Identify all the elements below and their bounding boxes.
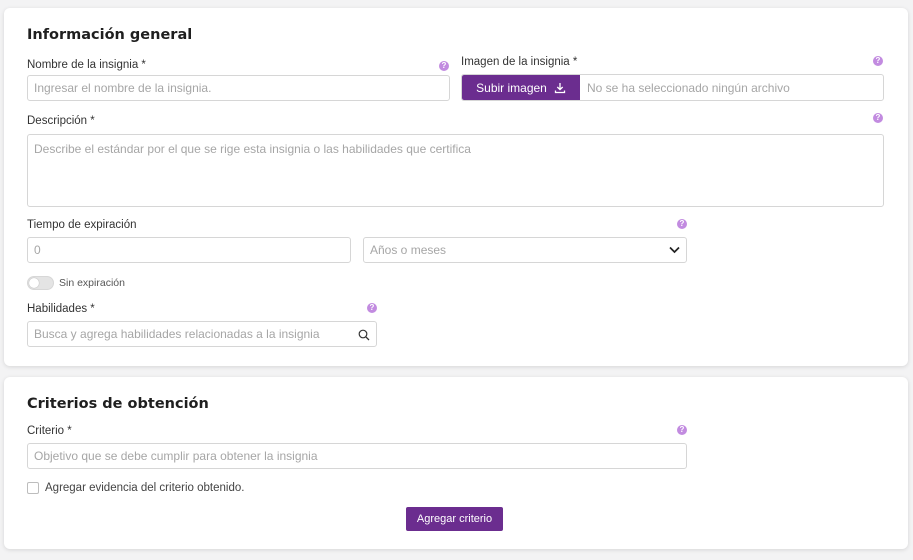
evidence-checkbox[interactable]	[27, 482, 39, 494]
description-help-icon[interactable]: ?	[873, 113, 883, 123]
expiration-help-icon[interactable]: ?	[677, 219, 687, 229]
expiration-unit-placeholder: Años o meses	[370, 243, 447, 257]
expiration-amount-input[interactable]: 0	[27, 237, 351, 263]
chevron-down-icon	[669, 246, 680, 254]
badge-image-label: Imagen de la insignia *	[461, 56, 578, 68]
skills-placeholder: Busca y agrega habilidades relacionadas …	[34, 327, 320, 341]
description-label: Descripción *	[27, 115, 95, 127]
criteria-card: Criterios de obtención Criterio * ? Obje…	[4, 377, 908, 549]
evidence-label: Agregar evidencia del criterio obtenido.	[45, 482, 245, 494]
criterion-placeholder: Objetivo que se debe cumplir para obtene…	[34, 449, 318, 463]
no-expiration-label: Sin expiración	[59, 277, 125, 289]
criteria-title: Criterios de obtención	[27, 396, 209, 412]
skills-search-input[interactable]: Busca y agrega habilidades relacionadas …	[27, 321, 377, 347]
badge-name-label: Nombre de la insignia *	[27, 59, 146, 71]
expiration-amount-placeholder: 0	[34, 243, 41, 257]
add-criterion-button[interactable]: Agregar criterio	[406, 507, 503, 531]
upload-image-button[interactable]: Subir imagen	[462, 75, 580, 100]
expiration-label: Tiempo de expiración	[27, 219, 137, 231]
skills-label: Habilidades *	[27, 303, 95, 315]
toggle-knob	[29, 278, 39, 288]
badge-image-help-icon[interactable]: ?	[873, 56, 883, 66]
criterion-help-icon[interactable]: ?	[677, 425, 687, 435]
general-info-title: Información general	[27, 27, 193, 43]
expiration-unit-select[interactable]: Años o meses	[363, 237, 687, 263]
general-info-card: Información general Nombre de la insigni…	[4, 8, 908, 366]
badge-name-input[interactable]: Ingresar el nombre de la insignia.	[27, 75, 450, 101]
badge-name-help-icon[interactable]: ?	[439, 61, 449, 71]
badge-image-file-input[interactable]: Subir imagen No se ha seleccionado ningú…	[461, 74, 884, 101]
search-icon[interactable]	[358, 329, 370, 341]
download-icon	[554, 82, 566, 93]
description-placeholder: Describe el estándar por el que se rige …	[34, 142, 471, 156]
badge-name-placeholder: Ingresar el nombre de la insignia.	[34, 81, 212, 95]
criterion-label: Criterio *	[27, 425, 72, 437]
upload-image-label: Subir imagen	[476, 80, 547, 95]
file-status-text: No se ha seleccionado ningún archivo	[587, 80, 790, 95]
skills-help-icon[interactable]: ?	[367, 303, 377, 313]
no-expiration-toggle[interactable]	[27, 276, 54, 290]
criterion-input[interactable]: Objetivo que se debe cumplir para obtene…	[27, 443, 687, 469]
description-textarea[interactable]: Describe el estándar por el que se rige …	[27, 134, 884, 207]
